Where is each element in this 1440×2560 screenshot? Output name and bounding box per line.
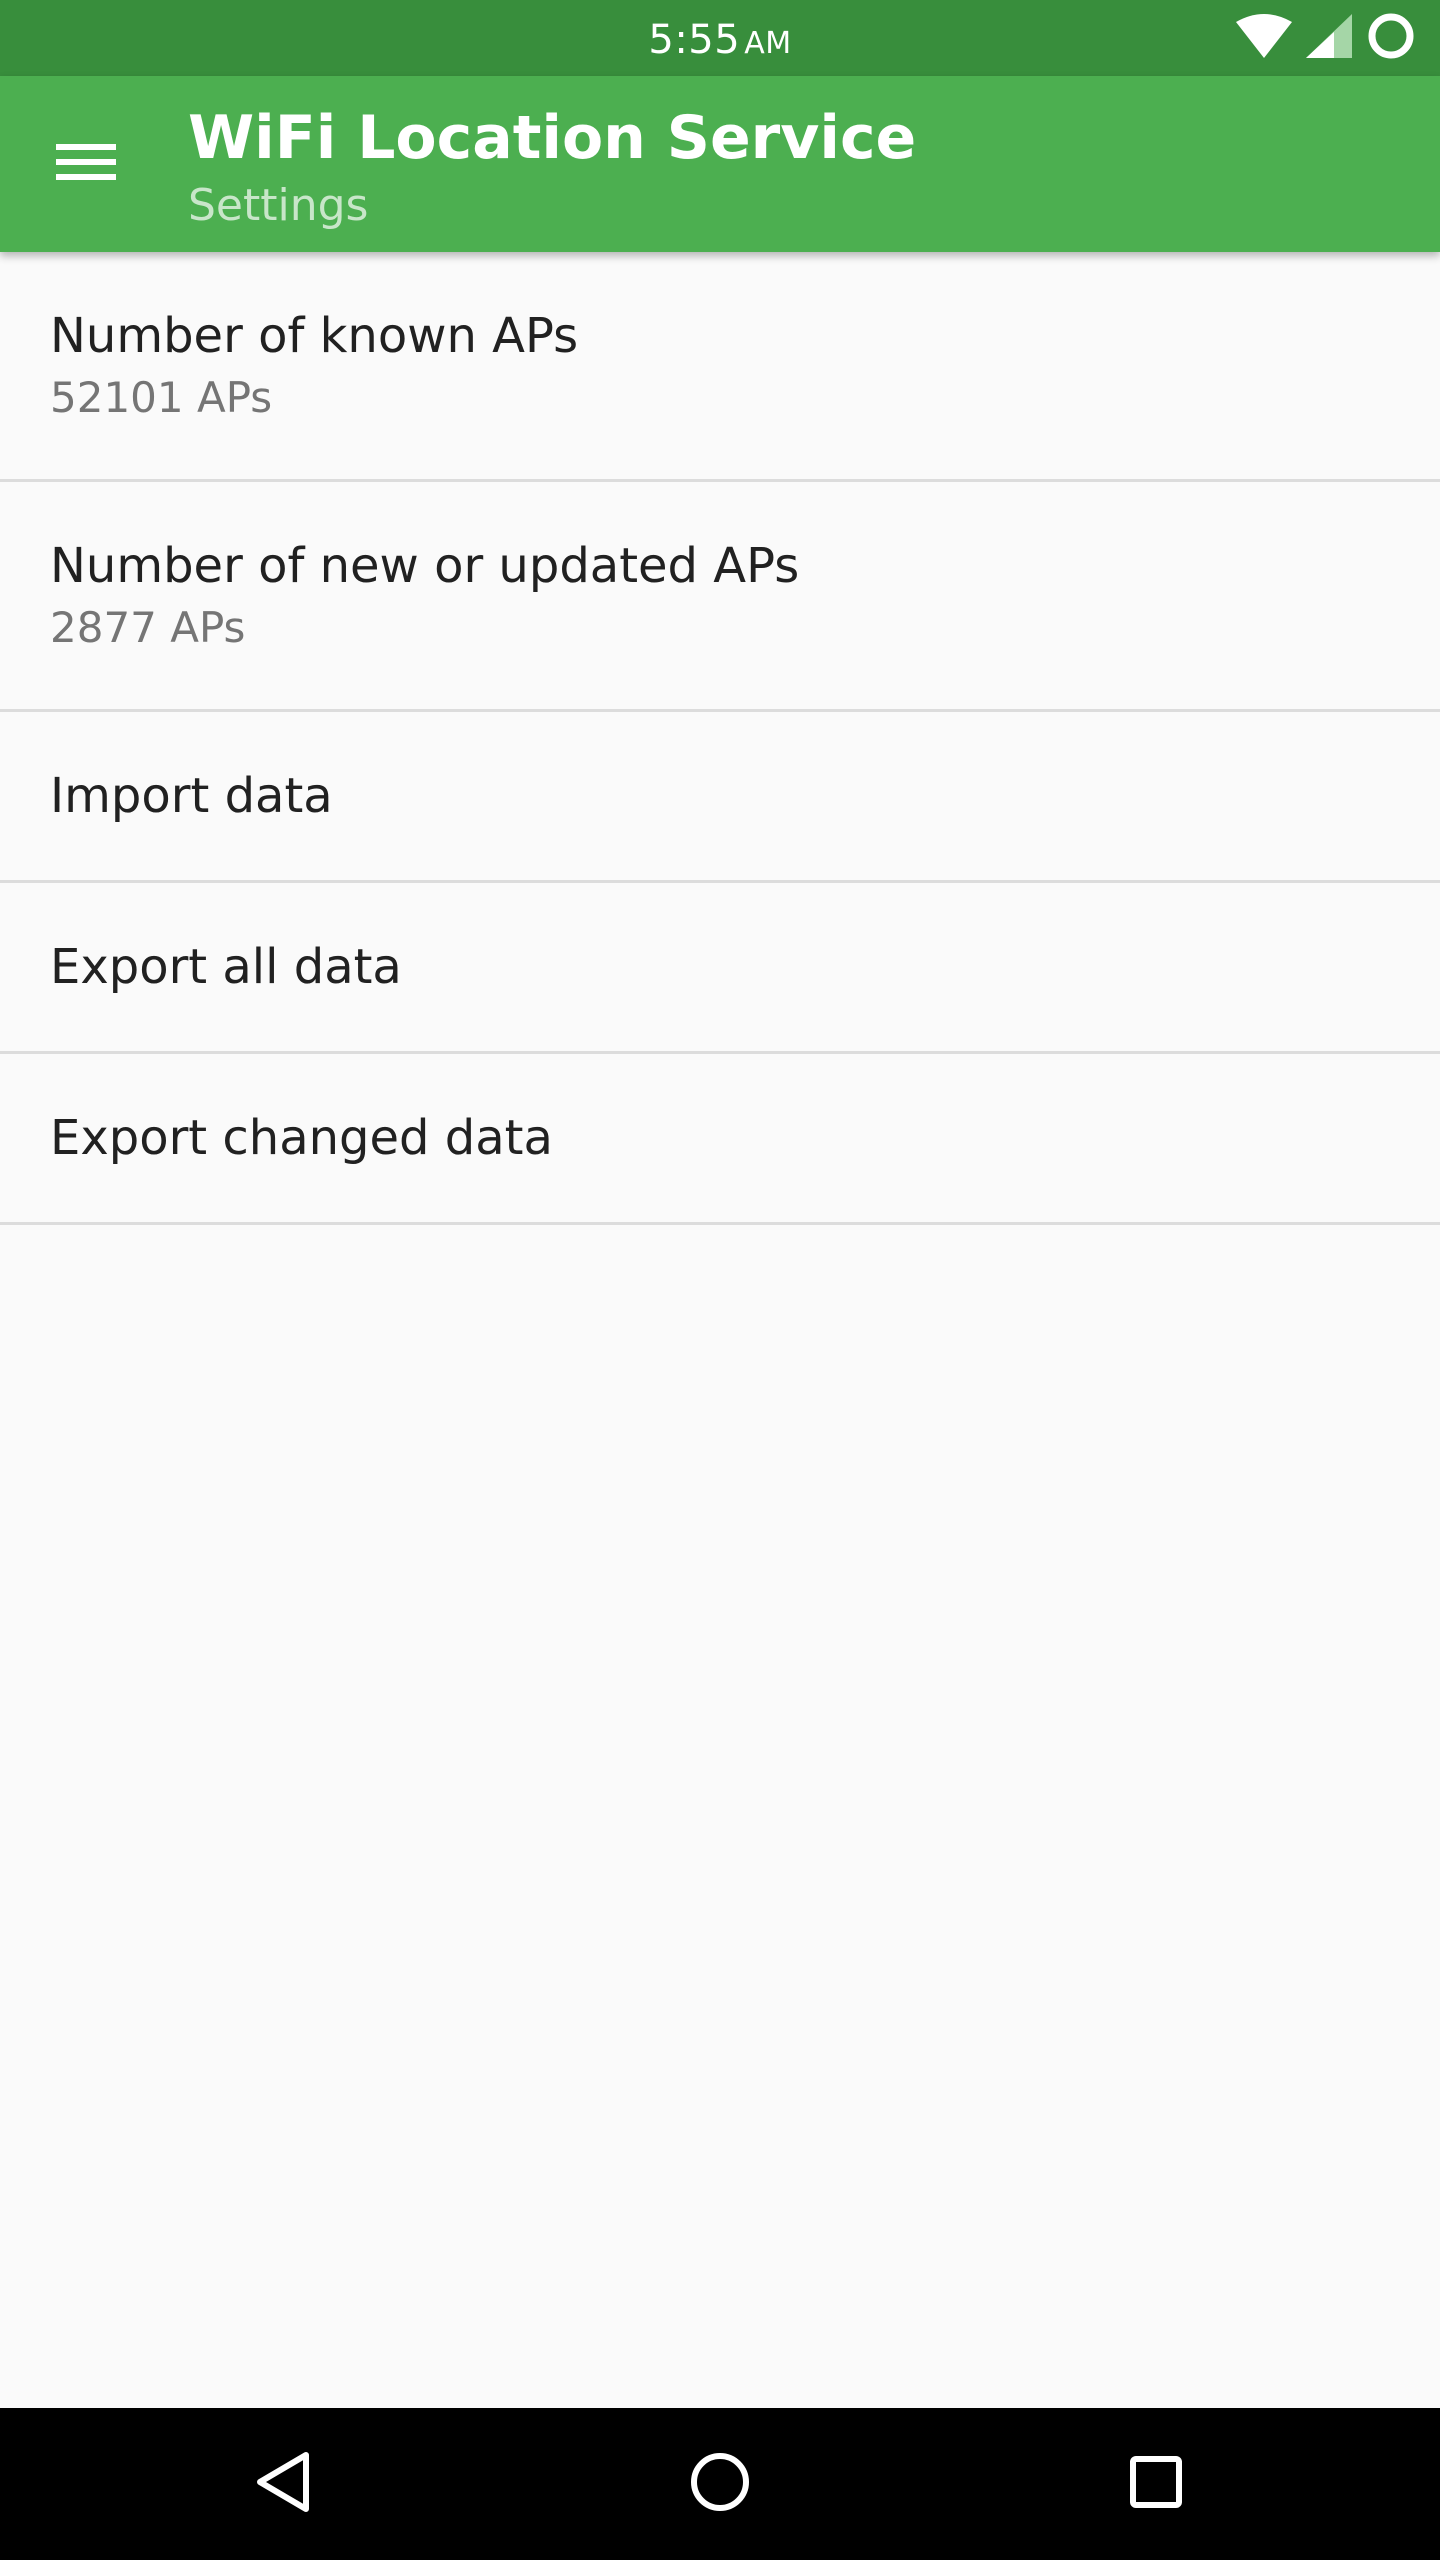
- back-button[interactable]: [234, 2434, 334, 2534]
- sync-circle-icon: [1366, 11, 1416, 65]
- home-button[interactable]: [670, 2434, 770, 2534]
- status-time-value: 5:55: [648, 17, 741, 63]
- page-title: WiFi Location Service: [188, 103, 917, 173]
- menu-button[interactable]: [28, 120, 148, 208]
- pref-import-data[interactable]: Import data: [0, 712, 1440, 883]
- recents-button[interactable]: [1106, 2434, 1206, 2534]
- pref-export-changed-data[interactable]: Export changed data: [0, 1054, 1440, 1225]
- pref-summary: 52101 APs: [50, 373, 273, 422]
- back-icon: [254, 2450, 314, 2518]
- status-bar: 5:55 AM: [0, 0, 1440, 76]
- recents-icon: [1129, 2455, 1183, 2513]
- pref-export-all-data[interactable]: Export all data: [0, 883, 1440, 1054]
- status-clock: 5:55 AM: [0, 0, 1440, 76]
- hamburger-menu-icon: [56, 140, 116, 188]
- pref-summary: 2877 APs: [50, 603, 246, 652]
- pref-title: Export all data: [50, 939, 402, 995]
- preferences-list: Number of known APs 52101 APs Number of …: [0, 252, 1440, 1225]
- wifi-icon: [1236, 14, 1292, 62]
- page-subtitle: Settings: [188, 180, 369, 231]
- status-ampm: AM: [744, 26, 792, 61]
- home-icon: [689, 2451, 751, 2517]
- app-bar: WiFi Location Service Settings: [0, 76, 1440, 252]
- pref-new-updated-aps[interactable]: Number of new or updated APs 2877 APs: [0, 482, 1440, 712]
- navigation-bar: [0, 2408, 1440, 2560]
- pref-title: Number of new or updated APs: [50, 538, 800, 594]
- pref-known-aps[interactable]: Number of known APs 52101 APs: [0, 252, 1440, 482]
- status-icons: [1236, 11, 1416, 65]
- pref-title: Import data: [50, 768, 333, 824]
- cellular-signal-icon: [1306, 14, 1352, 62]
- pref-title: Export changed data: [50, 1110, 553, 1166]
- pref-title: Number of known APs: [50, 308, 579, 364]
